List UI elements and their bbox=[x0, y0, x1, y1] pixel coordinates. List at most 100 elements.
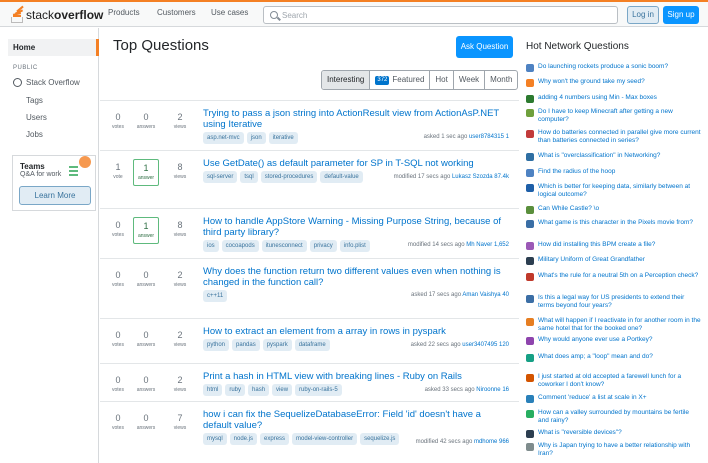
tag-link[interactable]: cocoapods bbox=[221, 240, 259, 252]
tag-link[interactable]: hash bbox=[248, 384, 270, 396]
hot-network-question-item[interactable]: Find the radius of the hoop bbox=[526, 168, 701, 177]
nav-use-cases[interactable]: Use cases bbox=[211, 8, 248, 17]
question-user-link[interactable]: Aman Vaishya 40 bbox=[462, 292, 509, 298]
tag-link[interactable]: view bbox=[272, 384, 293, 396]
tag-link[interactable]: node.js bbox=[229, 433, 258, 445]
tab-month[interactable]: Month bbox=[485, 71, 517, 89]
tab-hot[interactable]: Hot bbox=[430, 71, 454, 89]
site-icon bbox=[526, 95, 534, 103]
sidebar-item-users[interactable]: Users bbox=[26, 113, 47, 122]
hot-network-question-item[interactable]: What will happen if I reactivate in for … bbox=[526, 317, 701, 333]
view-count-number: 2 bbox=[177, 375, 183, 385]
search-icon bbox=[270, 11, 278, 19]
question-user-link[interactable]: user8784315 1 bbox=[469, 134, 509, 140]
view-count-number: 8 bbox=[177, 220, 183, 230]
question-title-link[interactable]: How to extract an element from a array i… bbox=[203, 326, 503, 337]
tag-link[interactable]: dataframe bbox=[294, 339, 330, 351]
question-title-link[interactable]: how i can fix the SequelizeDatabaseError… bbox=[203, 409, 503, 431]
question-user-link[interactable]: mdhome 966 bbox=[474, 439, 509, 445]
question-title-link[interactable]: Trying to pass a json string into Action… bbox=[203, 108, 503, 130]
question-row: 0 votes 0 answers 7 views how i can fix the Se… bbox=[100, 401, 519, 463]
tab-interesting[interactable]: Interesting bbox=[322, 71, 371, 89]
tag-link[interactable]: python bbox=[203, 339, 230, 351]
tag-link[interactable]: mysql bbox=[203, 433, 227, 445]
tag-link[interactable]: asp.net-mvc bbox=[203, 132, 244, 144]
hot-network-question-item[interactable]: Do I have to keep Minecraft after gettin… bbox=[526, 108, 701, 124]
sidebar-item-jobs[interactable]: Jobs bbox=[26, 130, 43, 139]
tag-link[interactable]: ruby-on-rails-5 bbox=[295, 384, 342, 396]
hot-network-question-item[interactable]: What game is this character in the Pixel… bbox=[526, 219, 701, 228]
tag-link[interactable]: sequelize.js bbox=[360, 433, 400, 445]
hot-network-question-item[interactable]: How did installing this BPM create a fil… bbox=[526, 241, 701, 250]
login-button[interactable]: Log in bbox=[627, 6, 659, 24]
tag-link[interactable]: iterative bbox=[268, 132, 298, 144]
hot-network-question-item[interactable]: What is "reversible devices"? bbox=[526, 429, 701, 438]
tag-link[interactable]: sql-server bbox=[203, 171, 238, 183]
tag-link[interactable]: tsql bbox=[240, 171, 258, 183]
sidebar-item-stackoverflow[interactable]: Stack Overflow bbox=[13, 78, 80, 87]
hot-network-question-item[interactable]: What's the rule for a neutral 5th on a P… bbox=[526, 272, 701, 281]
question-user-link[interactable]: Niroonne 16 bbox=[476, 387, 509, 393]
tag-link[interactable]: default-value bbox=[320, 171, 363, 183]
tag-link[interactable]: pandas bbox=[232, 339, 260, 351]
hot-network-question-item[interactable]: What does amp; a "loop" mean and do? bbox=[526, 353, 701, 362]
learn-more-button[interactable]: Learn More bbox=[19, 186, 91, 205]
question-user-link[interactable]: Lukasz Szozda 87.4k bbox=[452, 174, 509, 180]
hot-network-question-item[interactable]: What is "overclassification" in Networki… bbox=[526, 152, 701, 161]
hot-network-question-text: How did installing this BPM create a fil… bbox=[538, 241, 656, 248]
answer-count: 0 answers bbox=[133, 330, 159, 348]
hot-network-question-item[interactable]: Is this a legal way for US presidents to… bbox=[526, 294, 701, 310]
tag-link[interactable]: express bbox=[260, 433, 290, 445]
ask-question-button[interactable]: Ask Question bbox=[456, 36, 513, 58]
tag-link[interactable]: json bbox=[246, 132, 266, 144]
view-count: 2 views bbox=[167, 330, 193, 348]
tag-link[interactable]: info.plist bbox=[339, 240, 370, 252]
hot-network-question-item[interactable]: How do batteries connected in parallel g… bbox=[526, 129, 701, 145]
search-input[interactable]: Search bbox=[263, 6, 618, 24]
tag-link[interactable]: stored-procedures bbox=[260, 171, 318, 183]
hot-network-question-text: Can While Castle? \o bbox=[538, 205, 600, 212]
tag-link[interactable]: privacy bbox=[309, 240, 337, 252]
hot-network-question-item[interactable]: Military Uniform of Great Grandfather bbox=[526, 256, 701, 265]
question-title-link[interactable]: How to handle AppStore Warning - Missing… bbox=[203, 216, 503, 238]
tag-link[interactable]: ios bbox=[203, 240, 219, 252]
hot-network-question-item[interactable]: I just started at old accepted a farewel… bbox=[526, 373, 701, 389]
tag-link[interactable]: c++11 bbox=[203, 290, 228, 302]
tab-featured[interactable]: 372 Featured bbox=[370, 71, 431, 89]
question-user-link[interactable]: Mh Naver 1,652 bbox=[466, 242, 509, 248]
stackoverflow-logo[interactable]: stackoverflow bbox=[10, 5, 103, 23]
hot-network-question-item[interactable]: Why is Japan trying to have a better rel… bbox=[526, 442, 701, 458]
hot-network-question-item[interactable]: Do launching rockets produce a sonic boo… bbox=[526, 63, 701, 72]
teams-subtitle: Q&A for work bbox=[20, 171, 62, 178]
question-time: asked 33 secs ago bbox=[424, 387, 475, 393]
tab-week[interactable]: Week bbox=[454, 71, 486, 89]
answer-count: 1 answer bbox=[133, 159, 159, 186]
hot-network-question-item[interactable]: How can a valley surrounded by mountains… bbox=[526, 409, 701, 425]
tag-link[interactable]: pyspark bbox=[262, 339, 292, 351]
site-icon bbox=[526, 64, 534, 72]
question-title-link[interactable]: Use GetDate() as default parameter for S… bbox=[203, 158, 503, 169]
nav-customers[interactable]: Customers bbox=[157, 8, 196, 17]
tag-link[interactable]: ruby bbox=[225, 384, 246, 396]
nav-products[interactable]: Products bbox=[108, 8, 140, 17]
question-title-link[interactable]: Print a hash in HTML view with breaking … bbox=[203, 371, 503, 382]
sidebar-item-home[interactable]: Home bbox=[8, 39, 99, 56]
hot-network-question-item[interactable]: Which is better for keeping data, simila… bbox=[526, 183, 701, 199]
hot-network-question-item[interactable]: Comment 'reduce' a list at scale in X+ bbox=[526, 394, 701, 403]
tag-link[interactable]: model-view-controller bbox=[292, 433, 358, 445]
signup-button[interactable]: Sign up bbox=[663, 6, 699, 24]
hot-network-question-item[interactable]: adding 4 numbers using Min - Max boxes bbox=[526, 94, 701, 103]
site-icon bbox=[526, 257, 534, 265]
view-count: 2 views bbox=[167, 112, 193, 130]
question-user-link[interactable]: user3407495 120 bbox=[462, 342, 509, 348]
tag-link[interactable]: html bbox=[203, 384, 223, 396]
hot-network-question-item[interactable]: Why won't the ground take my seed? bbox=[526, 78, 701, 87]
vote-count: 0 votes bbox=[105, 413, 131, 431]
sidebar-item-tags[interactable]: Tags bbox=[26, 96, 43, 105]
hot-network-question-item[interactable]: Can While Castle? \o bbox=[526, 205, 701, 214]
tag-link[interactable]: itunesconnect bbox=[261, 240, 307, 252]
hot-network-question-item[interactable]: Why would anyone ever use a Portkey? bbox=[526, 336, 701, 345]
hot-network-question-text: How can a valley surrounded by mountains… bbox=[538, 409, 690, 424]
question-title-link[interactable]: Why does the function return two differe… bbox=[203, 266, 503, 288]
search-placeholder: Search bbox=[282, 11, 308, 20]
